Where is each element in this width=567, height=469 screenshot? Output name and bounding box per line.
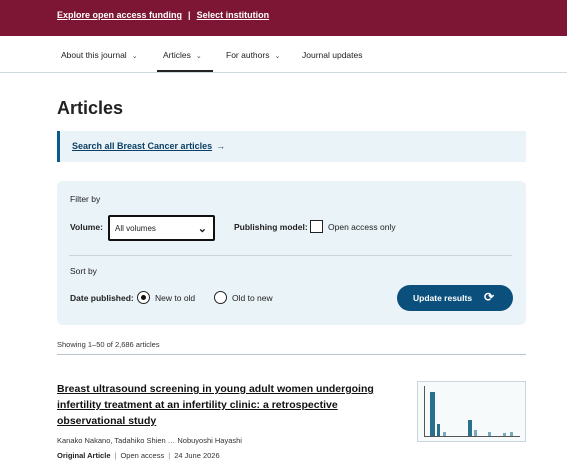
tab-journal-updates[interactable]: Journal updates xyxy=(302,50,363,60)
date-published-label: Date published: xyxy=(70,293,134,303)
meta-separator: | xyxy=(168,451,171,460)
search-all-articles-box: Search all Breast Cancer articles → xyxy=(57,131,526,162)
separator: | xyxy=(188,10,191,20)
results-count: Showing 1–50 of 2,686 articles xyxy=(57,340,160,349)
chevron-down-icon: ⌄ xyxy=(274,53,281,60)
journal-nav: About this journal ⌄ Articles ⌄ For author… xyxy=(0,36,567,73)
top-banner: Explore open access funding | Select insti… xyxy=(0,0,567,36)
article-type: Original Article xyxy=(57,451,111,460)
article-authors: Kanako Nakano, Tadahiko Shien … Nobuyosh… xyxy=(57,436,242,445)
article-thumbnail[interactable] xyxy=(417,381,526,442)
sort-old-to-new-radio[interactable] xyxy=(214,291,227,304)
sort-new-to-old-label: New to old xyxy=(155,293,196,303)
filter-divider xyxy=(69,255,512,256)
open-access-label: Open access only xyxy=(328,222,396,232)
update-results-label: Update results xyxy=(413,293,473,303)
tab-articles[interactable]: Articles ⌄ xyxy=(163,50,202,60)
thumbnail-chart-image xyxy=(424,386,520,437)
tab-for-authors-label: For authors xyxy=(226,50,270,60)
article-date: 24 June 2026 xyxy=(174,451,220,460)
open-access-checkbox[interactable] xyxy=(310,220,323,233)
chevron-down-icon: ⌄ xyxy=(195,53,202,60)
search-all-articles-link[interactable]: Search all Breast Cancer articles → xyxy=(72,141,225,151)
publishing-model-label: Publishing model: xyxy=(234,222,308,232)
article-meta: Original Article | Open access | 24 June 202… xyxy=(57,451,220,460)
filter-by-heading: Filter by xyxy=(70,194,101,204)
tab-about-journal-label: About this journal xyxy=(61,50,127,60)
tab-about-journal[interactable]: About this journal ⌄ xyxy=(61,50,138,60)
arrow-right-icon: → xyxy=(216,141,226,151)
search-link-label: Search all Breast Cancer articles xyxy=(72,141,213,151)
sort-by-heading: Sort by xyxy=(70,266,97,276)
update-results-button[interactable]: Update results ⟳ xyxy=(397,285,513,311)
top-banner-links: Explore open access funding | Select insti… xyxy=(57,10,269,20)
tab-articles-label: Articles xyxy=(163,50,191,60)
filter-panel: Filter by Volume: All volumes ⌄ Publishi… xyxy=(57,181,526,325)
active-tab-indicator xyxy=(157,70,213,72)
chevron-down-icon: ⌄ xyxy=(197,223,207,235)
results-divider xyxy=(57,354,526,355)
article-title-link[interactable]: Breast ultrasound screening in young adu… xyxy=(57,381,387,429)
article-access: Open access xyxy=(120,451,165,460)
tab-journal-updates-label: Journal updates xyxy=(302,50,363,60)
select-institution-link[interactable]: Select institution xyxy=(197,10,270,20)
page-title: Articles xyxy=(57,98,124,118)
sort-old-to-new-label: Old to new xyxy=(232,293,273,303)
sort-new-to-old-radio[interactable] xyxy=(137,291,150,304)
volume-select[interactable]: All volumes ⌄ xyxy=(108,215,215,241)
chevron-down-icon: ⌄ xyxy=(131,53,138,60)
tab-for-authors[interactable]: For authors ⌄ xyxy=(226,50,280,60)
radio-selected-dot xyxy=(140,294,146,300)
volume-select-value: All volumes xyxy=(115,224,156,233)
refresh-icon: ⟳ xyxy=(484,290,495,304)
explore-funding-link[interactable]: Explore open access funding xyxy=(57,10,182,20)
meta-separator: | xyxy=(114,451,117,460)
volume-label: Volume: xyxy=(70,222,103,232)
